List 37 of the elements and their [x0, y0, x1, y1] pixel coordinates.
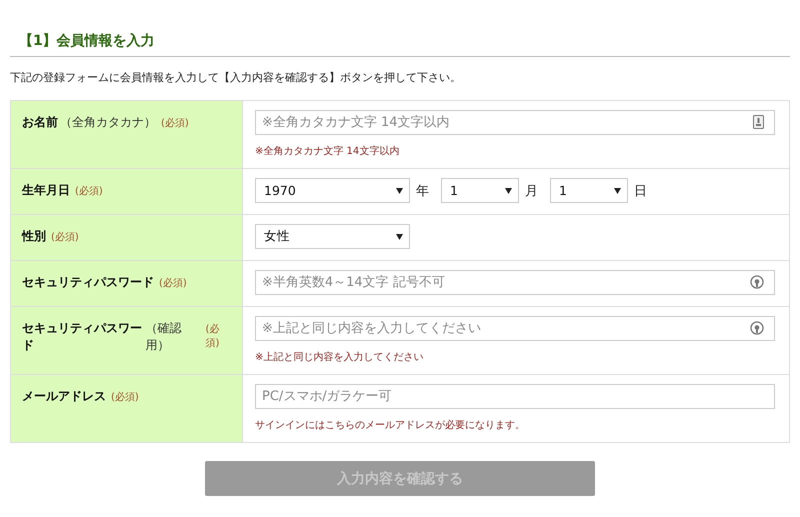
- field-label: 生年月日: [22, 182, 70, 199]
- caret-icon: [396, 188, 403, 194]
- unit-label: 日: [634, 182, 647, 200]
- required-mark: (必須): [111, 390, 139, 404]
- caret-icon: [614, 188, 621, 194]
- input-field[interactable]: PC/スマホ/ガラケー可: [255, 384, 775, 409]
- caret-icon: [396, 234, 403, 240]
- dropdown[interactable]: 1: [550, 178, 628, 203]
- input-field[interactable]: ※半角英数4～14文字 記号不可: [255, 270, 775, 295]
- field-label: セキュリティパスワード: [22, 274, 154, 291]
- label-note: （全角カタカナ）: [60, 114, 156, 131]
- required-mark: (必須): [51, 230, 79, 244]
- dropdown[interactable]: 1: [441, 178, 519, 203]
- hint-text: ※全角カタカナ文字 14文字以内: [255, 144, 400, 158]
- label-note: （確認用）: [145, 320, 182, 354]
- field-label: 性別: [22, 228, 46, 245]
- circle-icon: [750, 275, 764, 289]
- input-field[interactable]: ※全角カタカナ文字 14文字以内: [255, 110, 775, 135]
- required-mark: (必須): [161, 116, 189, 130]
- intro-text: 下記の登録フォームに会員情報を入力して【入力内容を確認する】ボタンを押して下さい。: [10, 70, 462, 85]
- field-label: メールアドレス: [22, 388, 106, 405]
- card-icon: [753, 115, 764, 129]
- caret-icon: [505, 188, 512, 194]
- field-label: セキュリティパスワード: [22, 320, 143, 354]
- unit-label: 月: [525, 182, 538, 200]
- required-mark: (必須): [159, 276, 187, 290]
- input-field[interactable]: ※上記と同じ内容を入力してください: [255, 316, 775, 341]
- dropdown[interactable]: 女性: [255, 224, 410, 249]
- required-mark: (必須): [205, 322, 220, 350]
- field-label: お名前: [22, 114, 58, 131]
- circle-icon: [750, 321, 764, 335]
- dropdown[interactable]: 1970: [255, 178, 410, 203]
- unit-label: 年: [416, 182, 429, 200]
- section-title: 【1】会員情報を入力: [19, 32, 156, 50]
- hint-text: ※上記と同じ内容を入力してください: [255, 350, 424, 364]
- hint-text: サインインにはこちらのメールアドレスが必要になります。: [255, 418, 526, 432]
- required-mark: (必須): [75, 184, 103, 198]
